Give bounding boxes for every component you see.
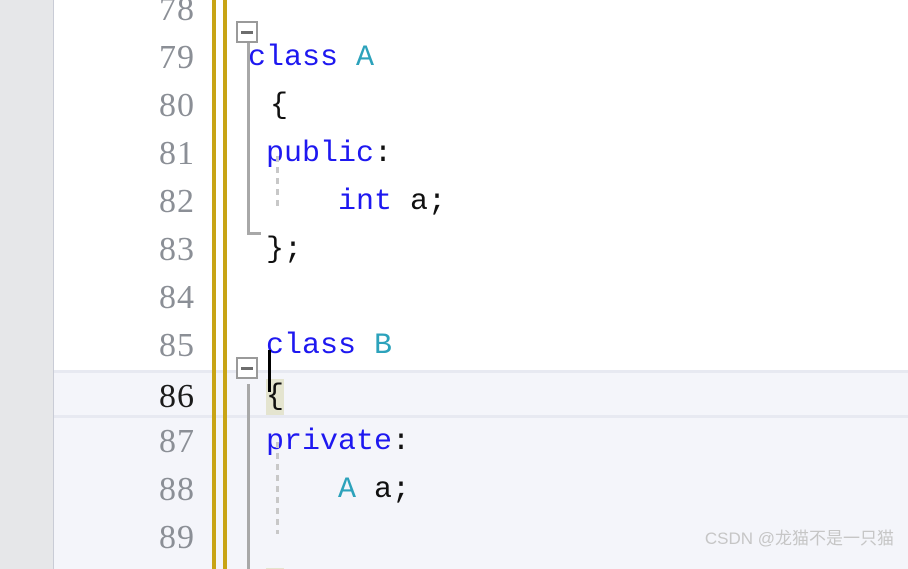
editor-line-row[interactable]: 82 int a;	[0, 178, 908, 226]
editor-line-row[interactable]: 79 class A	[0, 34, 908, 82]
code-line-text[interactable]: private:	[266, 418, 410, 466]
line-number: 83	[159, 231, 195, 268]
line-number: 80	[159, 87, 195, 124]
fold-guide-line-class-b	[247, 384, 250, 569]
code-token: {	[270, 89, 289, 123]
editor-line-row[interactable]: 86{	[0, 370, 908, 418]
editor-line-row[interactable]: 83};	[0, 226, 908, 274]
csdn-watermark: CSDN @龙猫不是一只猫	[704, 529, 894, 548]
code-token: A	[356, 41, 375, 75]
code-token: :	[392, 425, 411, 459]
fold-guide-line-class-a	[247, 36, 250, 232]
fold-guide-foot-class-a	[247, 232, 261, 235]
code-line-text[interactable]: };	[266, 562, 302, 569]
line-number: 85	[159, 327, 195, 364]
code-token: a;	[392, 185, 447, 219]
code-token: B	[374, 329, 393, 363]
line-number: 79	[159, 39, 195, 76]
code-token: int	[338, 185, 393, 219]
editor-line-row[interactable]: 80 {	[0, 82, 908, 130]
code-token: :	[374, 137, 393, 171]
fold-collapse-box-line-86[interactable]	[236, 357, 258, 379]
code-token: a;	[356, 473, 411, 507]
editor-line-row[interactable]: 85 class B	[0, 322, 908, 370]
indent-guide-class-a-body	[276, 156, 279, 210]
editor-left-margin-strip[interactable]	[0, 0, 54, 569]
code-line-text[interactable]: int a;	[266, 178, 446, 226]
line-number: 84	[159, 279, 195, 316]
line-number: 87	[159, 423, 195, 460]
vcs-change-bar-outer[interactable]	[212, 0, 216, 569]
code-line-text[interactable]: class A	[248, 34, 374, 82]
code-token: public	[266, 137, 375, 171]
editor-line-row[interactable]: 84	[0, 274, 908, 322]
code-line-text[interactable]: A a;	[266, 466, 410, 514]
code-line-text[interactable]: };	[266, 226, 302, 274]
vcs-change-bar-inner[interactable]	[223, 0, 227, 569]
line-number: 82	[159, 183, 195, 220]
editor-line-row[interactable]: 88 A a;	[0, 466, 908, 514]
indent-guide-class-b-body	[276, 442, 279, 534]
code-token: class	[266, 329, 357, 363]
editor-line-row[interactable]: 81 public:	[0, 130, 908, 178]
line-number: 81	[159, 135, 195, 172]
code-token: A	[338, 473, 357, 507]
editor-line-rows: 78 79 class A 80{81 public: 82 int a; 83}; 84 85…	[0, 0, 908, 569]
code-token: };	[266, 233, 303, 267]
line-number: 89	[159, 519, 195, 556]
code-token: class	[248, 41, 339, 75]
code-line-text[interactable]: class B	[266, 322, 392, 370]
code-line-text[interactable]: {	[270, 82, 288, 130]
code-editor[interactable]: 78 79 class A 80{81 public: 82 int a; 83}; 84 85…	[0, 0, 908, 569]
editor-line-row[interactable]: 87 private:	[0, 418, 908, 466]
code-token: private	[266, 425, 393, 459]
code-line-text[interactable]: public:	[266, 130, 392, 178]
line-number: 86	[159, 378, 195, 415]
fold-collapse-box-line-79[interactable]	[236, 21, 258, 43]
line-number: 78	[159, 0, 195, 28]
editor-line-row[interactable]: 78	[0, 0, 908, 34]
text-caret	[268, 350, 271, 392]
line-number: 90	[55, 562, 195, 569]
line-number: 88	[159, 471, 195, 508]
editor-line-row[interactable]: 90};	[0, 562, 908, 569]
